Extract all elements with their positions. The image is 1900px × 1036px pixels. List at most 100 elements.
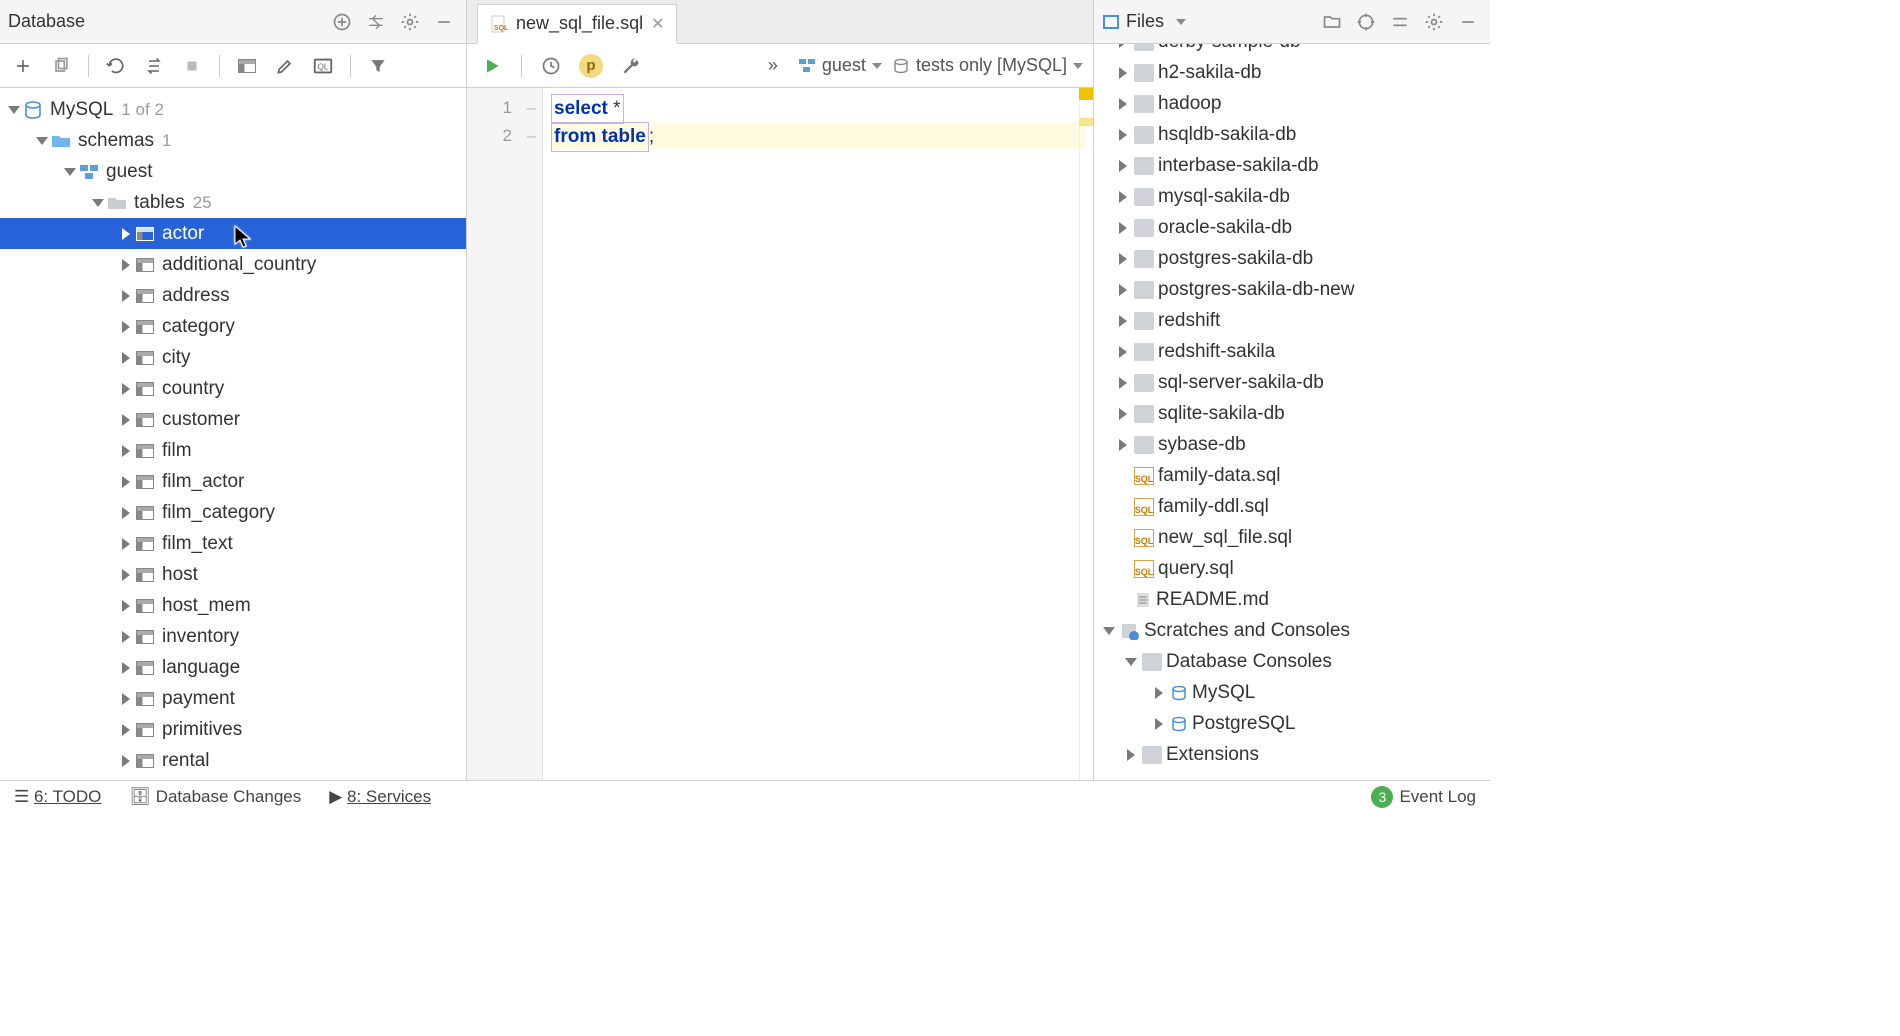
more-button[interactable]: » bbox=[758, 51, 788, 81]
table-node-city[interactable]: city bbox=[0, 342, 466, 373]
refresh-button[interactable] bbox=[101, 51, 131, 81]
schemas-node[interactable]: schemas 1 bbox=[0, 125, 466, 156]
folder-icon bbox=[1134, 312, 1154, 330]
copy-button[interactable] bbox=[46, 51, 76, 81]
target-icon[interactable] bbox=[1352, 8, 1380, 36]
file-name: hsqldb-sakila-db bbox=[1158, 124, 1296, 146]
sync-button[interactable] bbox=[139, 51, 169, 81]
gear-icon[interactable] bbox=[1420, 8, 1448, 36]
tables-node[interactable]: tables 25 bbox=[0, 187, 466, 218]
code-editor[interactable]: 1 2 select * from table; bbox=[467, 88, 1093, 780]
filter-button[interactable] bbox=[363, 51, 393, 81]
table-node-rental[interactable]: rental bbox=[0, 745, 466, 776]
history-button[interactable] bbox=[536, 51, 566, 81]
file-item[interactable]: postgres-sakila-db bbox=[1094, 243, 1490, 274]
svg-text:QL: QL bbox=[317, 62, 328, 71]
file-item[interactable]: SQL family-data.sql bbox=[1094, 460, 1490, 491]
file-item[interactable]: oracle-sakila-db bbox=[1094, 212, 1490, 243]
table-icon bbox=[134, 444, 156, 458]
svg-text:SQL: SQL bbox=[494, 25, 508, 32]
file-item[interactable]: hadoop bbox=[1094, 88, 1490, 119]
extensions-node[interactable]: Extensions bbox=[1094, 739, 1490, 770]
file-item[interactable]: SQL family-ddl.sql bbox=[1094, 491, 1490, 522]
run-button[interactable] bbox=[477, 51, 507, 81]
file-name: sql-server-sakila-db bbox=[1158, 372, 1324, 394]
todo-button[interactable]: ☰ 6: TODO bbox=[14, 787, 101, 807]
table-node-film_category[interactable]: film_category bbox=[0, 497, 466, 528]
files-tree[interactable]: derby-sample-db h2-sakila-db hadoop hsql… bbox=[1094, 44, 1490, 780]
file-item[interactable]: sqlite-sakila-db bbox=[1094, 398, 1490, 429]
file-item[interactable]: interbase-sakila-db bbox=[1094, 150, 1490, 181]
edit-button[interactable] bbox=[270, 51, 300, 81]
chevron-down-icon[interactable] bbox=[1176, 19, 1186, 25]
table-node-film_text[interactable]: film_text bbox=[0, 528, 466, 559]
table-node-customer[interactable]: customer bbox=[0, 404, 466, 435]
file-item[interactable]: redshift-sakila bbox=[1094, 336, 1490, 367]
file-name: redshift-sakila bbox=[1158, 341, 1275, 363]
tab-new-sql-file[interactable]: SQL new_sql_file.sql ✕ bbox=[477, 4, 677, 44]
services-button[interactable]: ▶ 8: Services bbox=[329, 787, 431, 807]
warning-stripe[interactable] bbox=[1079, 88, 1093, 780]
txmode-button[interactable]: p bbox=[576, 51, 606, 81]
new-button[interactable] bbox=[8, 51, 38, 81]
folder-icon bbox=[1134, 436, 1154, 454]
minimize-icon[interactable] bbox=[1454, 8, 1482, 36]
schema-node-guest[interactable]: guest bbox=[0, 156, 466, 187]
scratches-icon bbox=[1120, 622, 1140, 640]
wrench-button[interactable] bbox=[616, 51, 646, 81]
warning-marker[interactable] bbox=[1079, 88, 1093, 100]
db-node-mysql[interactable]: MySQL 1 of 2 bbox=[0, 94, 466, 125]
table-node-film_actor[interactable]: film_actor bbox=[0, 466, 466, 497]
stop-button[interactable] bbox=[177, 51, 207, 81]
file-item[interactable]: sybase-db bbox=[1094, 429, 1490, 460]
database-panel: Database QL MySQL 1 of 2 schemas 1 bbox=[0, 0, 467, 780]
table-node-category[interactable]: category bbox=[0, 311, 466, 342]
console-node[interactable]: MySQL bbox=[1094, 677, 1490, 708]
event-log-button[interactable]: 3Event Log bbox=[1371, 786, 1476, 808]
collapse-icon[interactable] bbox=[362, 8, 390, 36]
close-icon[interactable]: ✕ bbox=[651, 14, 664, 34]
database-tree[interactable]: MySQL 1 of 2 schemas 1 guest tables 25 a… bbox=[0, 88, 466, 780]
collapse-icon[interactable] bbox=[1386, 8, 1414, 36]
file-item[interactable]: hsqldb-sakila-db bbox=[1094, 119, 1490, 150]
console-node[interactable]: PostgreSQL bbox=[1094, 708, 1490, 739]
table-node-film[interactable]: film bbox=[0, 435, 466, 466]
file-item[interactable]: derby-sample-db bbox=[1094, 44, 1490, 57]
table-node-primitives[interactable]: primitives bbox=[0, 714, 466, 745]
open-folder-icon[interactable] bbox=[1318, 8, 1346, 36]
table-node-actor[interactable]: actor bbox=[0, 218, 466, 249]
scratches-node[interactable]: Scratches and Consoles bbox=[1094, 615, 1490, 646]
minimize-icon[interactable] bbox=[430, 8, 458, 36]
db-changes-button[interactable]: 🗄 Database Changes bbox=[129, 787, 301, 807]
tableview-button[interactable] bbox=[232, 51, 262, 81]
table-node-additional_country[interactable]: additional_country bbox=[0, 249, 466, 280]
table-node-country[interactable]: country bbox=[0, 373, 466, 404]
table-node-address[interactable]: address bbox=[0, 280, 466, 311]
table-node-host_mem[interactable]: host_mem bbox=[0, 590, 466, 621]
file-item[interactable]: postgres-sakila-db-new bbox=[1094, 274, 1490, 305]
gear-icon[interactable] bbox=[396, 8, 424, 36]
folder-icon bbox=[1134, 374, 1154, 392]
schema-selector[interactable]: guest bbox=[798, 55, 882, 76]
file-item[interactable]: README.md bbox=[1094, 584, 1490, 615]
table-node-payment[interactable]: payment bbox=[0, 683, 466, 714]
file-item[interactable]: h2-sakila-db bbox=[1094, 57, 1490, 88]
editor-code[interactable]: select * from table; bbox=[543, 88, 1093, 780]
db-consoles-node[interactable]: Database Consoles bbox=[1094, 646, 1490, 677]
file-name: hadoop bbox=[1158, 93, 1221, 115]
folder-icon bbox=[1134, 281, 1154, 299]
file-item[interactable]: redshift bbox=[1094, 305, 1490, 336]
table-node-inventory[interactable]: inventory bbox=[0, 621, 466, 652]
file-item[interactable]: sql-server-sakila-db bbox=[1094, 367, 1490, 398]
table-node-host[interactable]: host bbox=[0, 559, 466, 590]
connection-selector[interactable]: tests only [MySQL] bbox=[892, 55, 1083, 76]
console-button[interactable]: QL bbox=[308, 51, 338, 81]
file-item[interactable]: SQL new_sql_file.sql bbox=[1094, 522, 1490, 553]
file-item[interactable]: SQL query.sql bbox=[1094, 553, 1490, 584]
add-icon[interactable] bbox=[328, 8, 356, 36]
schema-icon bbox=[78, 164, 100, 180]
table-node-language[interactable]: language bbox=[0, 652, 466, 683]
warning-marker[interactable] bbox=[1079, 118, 1093, 126]
file-item[interactable]: mysql-sakila-db bbox=[1094, 181, 1490, 212]
table-name: inventory bbox=[162, 626, 239, 648]
